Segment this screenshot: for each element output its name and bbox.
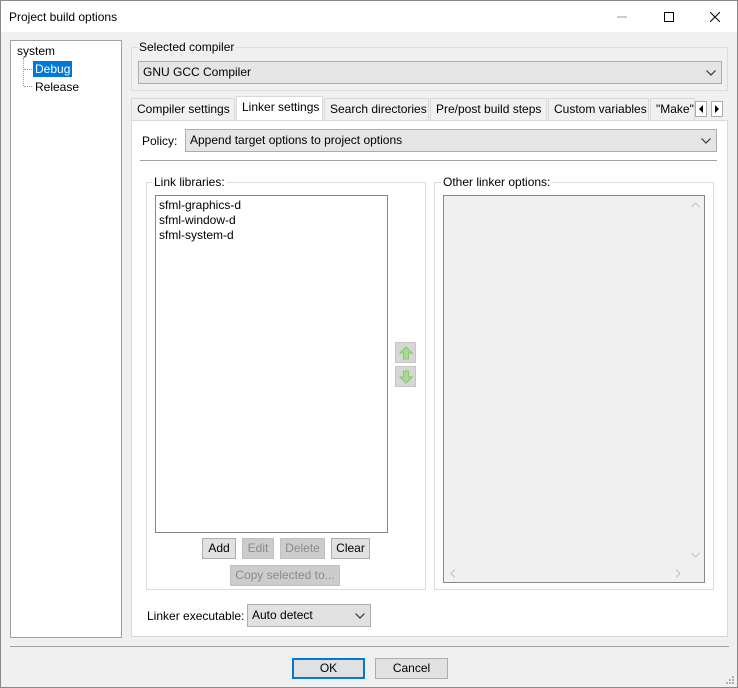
other-linker-options-textarea[interactable] bbox=[443, 195, 705, 583]
ok-button[interactable]: OK bbox=[292, 658, 365, 679]
window-title: Project build options bbox=[9, 10, 118, 24]
policy-select[interactable]: Append target options to project options bbox=[185, 129, 717, 152]
chevron-right-icon bbox=[715, 105, 719, 113]
tab-search-directories[interactable]: Search directories bbox=[324, 98, 429, 120]
tree-connector bbox=[24, 86, 32, 87]
copy-selected-button[interactable]: Copy selected to... bbox=[230, 565, 340, 586]
project-build-options-dialog: Project build options system Debug Relea… bbox=[0, 0, 738, 688]
chevron-down-icon bbox=[691, 552, 700, 558]
list-item[interactable]: sfml-system-d bbox=[156, 228, 387, 243]
footer-separator bbox=[10, 646, 729, 647]
arrow-down-icon bbox=[398, 370, 413, 384]
linker-executable-label: Linker executable: bbox=[147, 609, 245, 623]
vertical-scrollbar[interactable] bbox=[687, 196, 704, 565]
cancel-button[interactable]: Cancel bbox=[375, 658, 448, 679]
tree-item-system[interactable]: system bbox=[15, 43, 57, 59]
resize-grip-icon[interactable] bbox=[724, 674, 734, 684]
compiler-value: GNU GCC Compiler bbox=[143, 65, 252, 79]
chevron-down-icon bbox=[705, 62, 717, 83]
clear-button[interactable]: Clear bbox=[331, 538, 370, 559]
tree-connector bbox=[23, 58, 24, 86]
close-button[interactable] bbox=[692, 1, 738, 32]
other-linker-options-label: Other linker options: bbox=[441, 175, 553, 189]
chevron-down-icon bbox=[700, 130, 712, 151]
horizontal-scrollbar[interactable] bbox=[444, 565, 688, 582]
move-down-button[interactable] bbox=[395, 366, 416, 387]
linker-executable-value: Auto detect bbox=[252, 608, 313, 622]
tab-scroll-right[interactable] bbox=[711, 101, 723, 117]
close-icon bbox=[710, 11, 720, 22]
target-tree[interactable] bbox=[10, 40, 122, 638]
tab-scroll-left[interactable] bbox=[695, 101, 707, 117]
compiler-label: Selected compiler bbox=[137, 40, 237, 54]
tree-item-release[interactable]: Release bbox=[33, 79, 81, 95]
tree-connector bbox=[24, 69, 32, 70]
tab-custom-variables[interactable]: Custom variables bbox=[548, 98, 649, 120]
policy-separator bbox=[140, 160, 717, 161]
add-button[interactable]: Add bbox=[202, 538, 236, 559]
minimize-icon bbox=[617, 16, 627, 17]
chevron-up-icon bbox=[691, 202, 700, 208]
tab-make[interactable]: "Make" bbox=[650, 98, 695, 120]
tab-pre-post-build-steps[interactable]: Pre/post build steps bbox=[430, 98, 547, 120]
policy-label: Policy: bbox=[142, 134, 178, 148]
compiler-select[interactable]: GNU GCC Compiler bbox=[138, 61, 722, 84]
tab-linker-settings[interactable]: Linker settings bbox=[236, 96, 323, 120]
list-item[interactable]: sfml-graphics-d bbox=[156, 198, 387, 213]
title-bar: Project build options bbox=[1, 1, 737, 32]
tab-compiler-settings[interactable]: Compiler settings bbox=[131, 98, 235, 120]
policy-value: Append target options to project options bbox=[190, 133, 403, 147]
move-up-button[interactable] bbox=[395, 342, 416, 363]
link-libraries-label: Link libraries: bbox=[152, 175, 227, 189]
tree-item-debug[interactable]: Debug bbox=[33, 61, 73, 77]
maximize-icon bbox=[664, 11, 674, 22]
maximize-button[interactable] bbox=[646, 1, 692, 32]
linker-executable-select[interactable]: Auto detect bbox=[247, 604, 371, 627]
arrow-up-icon bbox=[398, 345, 413, 359]
link-libraries-list[interactable]: sfml-graphics-d sfml-window-d sfml-syste… bbox=[155, 195, 388, 533]
chevron-right-icon bbox=[675, 569, 681, 578]
edit-button[interactable]: Edit bbox=[242, 538, 274, 559]
delete-button[interactable]: Delete bbox=[280, 538, 325, 559]
list-item[interactable]: sfml-window-d bbox=[156, 213, 387, 228]
chevron-left-icon bbox=[450, 569, 456, 578]
minimize-button[interactable] bbox=[599, 1, 645, 32]
chevron-left-icon bbox=[699, 105, 703, 113]
chevron-down-icon bbox=[354, 605, 366, 626]
